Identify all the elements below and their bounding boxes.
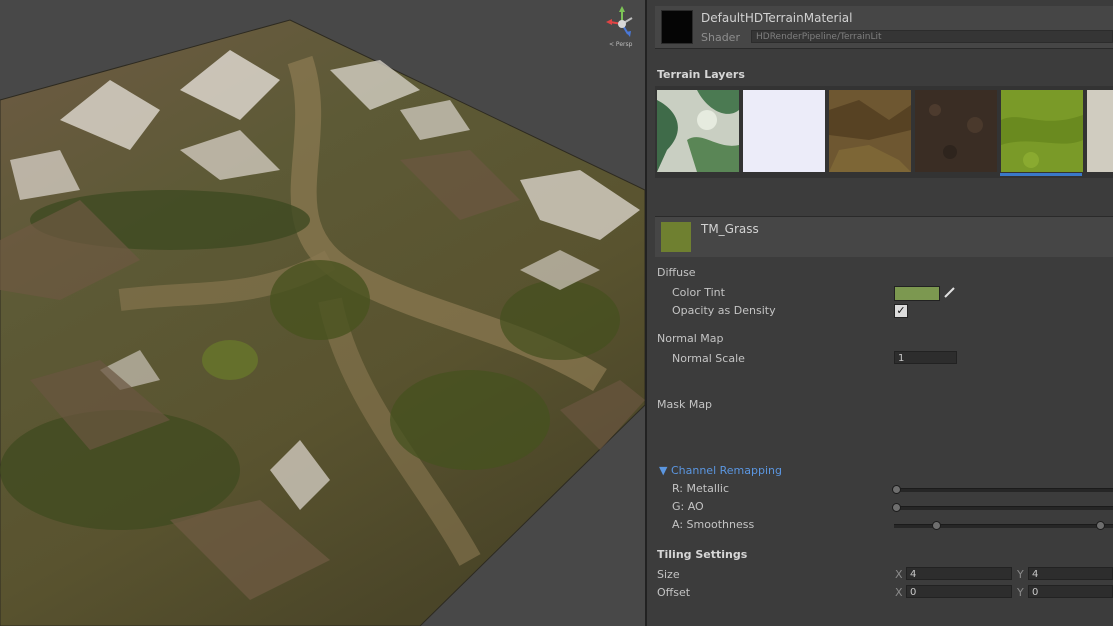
terrain-layer-dirt[interactable] <box>829 90 911 172</box>
inspector-panel: DefaultHDTerrainMaterial Shader HDRender… <box>647 0 1113 626</box>
a-smoothness-min-handle[interactable] <box>932 521 941 530</box>
a-smoothness-slider[interactable] <box>894 524 1113 528</box>
opacity-density-checkbox[interactable]: ✓ <box>894 304 908 318</box>
projection-label[interactable]: < Persp <box>609 41 632 48</box>
offset-y-field[interactable]: 0 <box>1028 585 1113 598</box>
terrain-layers-grid <box>655 86 1113 178</box>
layer-name: TM_Grass <box>701 222 759 236</box>
normal-scale-field[interactable]: 1 <box>894 351 957 364</box>
channel-remapping-title: Channel Remapping <box>670 464 782 477</box>
shader-dropdown[interactable]: HDRenderPipeline/TerrainLit <box>751 30 1113 43</box>
material-thumbnail[interactable] <box>661 10 693 44</box>
opacity-density-label: Opacity as Density <box>672 304 776 317</box>
r-metallic-slider-handle[interactable] <box>892 485 901 494</box>
size-x-label: X <box>895 568 903 581</box>
offset-label: Offset <box>657 586 691 599</box>
eyedropper-icon[interactable] <box>943 285 957 299</box>
terrain-render[interactable] <box>0 0 645 626</box>
normal-scale-label: Normal Scale <box>672 352 745 365</box>
g-ao-slider-handle[interactable] <box>892 503 901 512</box>
offset-x-field[interactable]: 0 <box>906 585 1012 598</box>
offset-x-label: X <box>895 586 903 599</box>
tiling-settings-title: Tiling Settings <box>657 548 748 561</box>
scene-view[interactable]: < Persp <box>0 0 645 626</box>
foldout-arrow-icon: ▼ <box>659 464 671 477</box>
layer-header: TM_Grass <box>655 216 1113 257</box>
r-metallic-slider[interactable] <box>894 488 1113 492</box>
material-header: DefaultHDTerrainMaterial Shader HDRender… <box>655 6 1113 49</box>
terrain-layers-title: Terrain Layers <box>657 68 745 81</box>
size-x-field[interactable]: 4 <box>906 567 1012 580</box>
shader-label: Shader <box>701 31 740 44</box>
size-label: Size <box>657 568 680 581</box>
channel-remapping-foldout[interactable]: ▼ Channel Remapping <box>659 464 782 477</box>
size-y-label: Y <box>1017 568 1024 581</box>
mask-map-title: Mask Map <box>657 398 713 411</box>
offset-y-label: Y <box>1017 586 1024 599</box>
color-tint-swatch[interactable] <box>894 286 940 301</box>
terrain-layer-pale-rock[interactable] <box>1087 90 1113 172</box>
layer-thumbnail[interactable] <box>661 222 691 252</box>
normal-map-title: Normal Map <box>657 332 724 345</box>
g-ao-slider[interactable] <box>894 506 1113 510</box>
a-smoothness-max-handle[interactable] <box>1096 521 1105 530</box>
material-name: DefaultHDTerrainMaterial <box>701 11 853 25</box>
size-y-field[interactable]: 4 <box>1028 567 1113 580</box>
g-ao-label: G: AO <box>672 500 704 513</box>
selected-layer-indicator <box>1000 173 1082 176</box>
terrain-layer-grass[interactable] <box>1001 90 1083 172</box>
r-metallic-label: R: Metallic <box>672 482 730 495</box>
a-smoothness-label: A: Smoothness <box>672 518 755 531</box>
color-tint-label: Color Tint <box>672 286 725 299</box>
diffuse-title: Diffuse <box>657 266 696 279</box>
terrain-layer-blank[interactable] <box>743 90 825 172</box>
terrain-layer-dark-soil[interactable] <box>915 90 997 172</box>
terrain-layer-snow-rock[interactable] <box>657 90 739 172</box>
